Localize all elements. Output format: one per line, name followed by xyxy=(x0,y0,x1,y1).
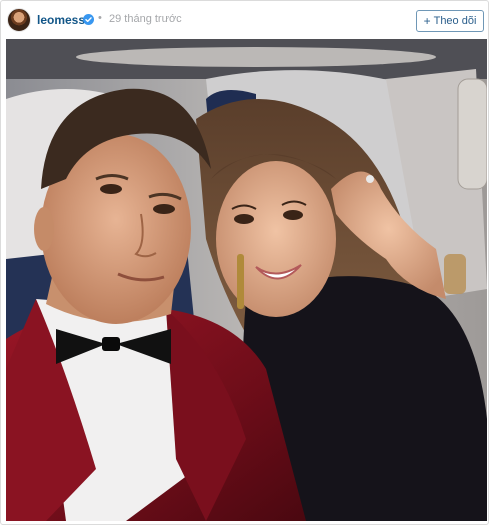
plus-icon: + xyxy=(423,14,431,28)
post-card: leomessi • 29 tháng trước + Theo dõi xyxy=(0,0,489,525)
post-header: leomessi • 29 tháng trước + Theo dõi xyxy=(1,1,489,39)
follow-button[interactable]: + Theo dõi xyxy=(416,10,484,32)
post-photo[interactable] xyxy=(6,39,487,521)
separator-dot: • xyxy=(98,12,102,24)
post-timestamp[interactable]: 29 tháng trước xyxy=(109,13,182,25)
avatar[interactable] xyxy=(7,8,31,32)
photo-image xyxy=(6,39,487,521)
verified-badge-icon xyxy=(83,14,94,25)
username-link[interactable]: leomessi xyxy=(37,13,88,27)
follow-button-label: Theo dõi xyxy=(433,15,477,27)
